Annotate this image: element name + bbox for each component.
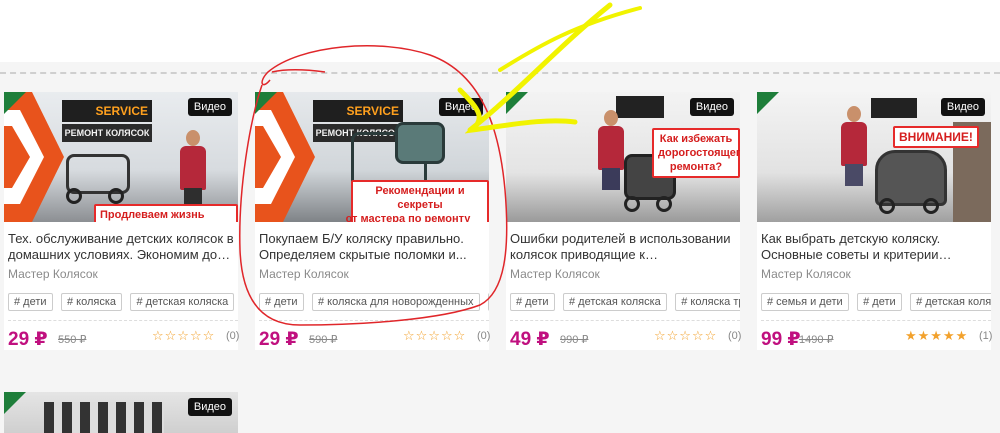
tag[interactable]: # — [487, 293, 489, 311]
tag-list: # семья и дети # дети # детская коляска — [761, 292, 991, 312]
card-author[interactable]: Мастер Колясок — [259, 267, 349, 281]
person-figure — [841, 106, 867, 186]
video-badge: Видео — [940, 98, 985, 116]
tag[interactable]: # дети — [8, 293, 53, 311]
product-card-3[interactable]: Как избежать дорогостоящего ремонта? Вид… — [506, 92, 742, 350]
tag[interactable]: # семья и дети — [761, 293, 849, 311]
video-badge: Видео — [187, 98, 232, 116]
video-badge: Видео — [689, 98, 734, 116]
repair-sign: РЕМОНТ КОЛЯСОК — [62, 124, 152, 142]
price: 49 ₽ — [510, 329, 550, 350]
tag-flag-icon — [255, 92, 277, 114]
tag[interactable]: # коляска — [60, 293, 123, 311]
card-divider — [761, 320, 991, 321]
rating-count: (0) — [226, 330, 240, 342]
video-badge: Видео — [187, 398, 232, 416]
video-thumbnail[interactable]: ВНИМАНИЕ! Видео — [757, 92, 991, 222]
tag[interactable]: # детская коляска — [910, 293, 991, 311]
tag[interactable]: # коляска трость — [675, 293, 740, 311]
card-divider — [8, 320, 238, 321]
tag-flag-icon — [506, 92, 528, 114]
card-author[interactable]: Мастер Колясок — [510, 267, 600, 281]
tag-list: # дети # коляска # детская коляска # — [8, 292, 238, 312]
section-divider — [0, 72, 1000, 74]
tag[interactable]: # детская коляска — [562, 293, 667, 311]
video-badge: Видео — [438, 98, 483, 116]
tag[interactable]: # дети — [510, 293, 555, 311]
card-title[interactable]: Тех. обслуживание детских колясок в дома… — [8, 231, 236, 263]
rating-count: (0) — [728, 330, 742, 342]
tv-screen — [871, 98, 917, 118]
top-blank-area — [0, 0, 1000, 62]
card-author[interactable]: Мастер Колясок — [8, 267, 98, 281]
card-title[interactable]: Покупаем Б/У коляску правильно. Определя… — [259, 231, 487, 263]
star-rating-icon: ☆☆☆☆☆ — [152, 328, 216, 343]
rating-count: (1) — [979, 330, 993, 342]
price: 99 ₽ — [761, 329, 801, 350]
tag[interactable]: # дети — [259, 293, 304, 311]
thumbnail-caption: Продлеваем жизнь коляски — [94, 204, 238, 222]
service-sign: SERVICE — [313, 100, 403, 122]
thumbnail-caption: Как избежать дорогостоящего ремонта? — [652, 128, 740, 178]
old-price: 990 ₽ — [560, 334, 589, 346]
card-title[interactable]: Ошибки родителей в использовании колясок… — [510, 231, 738, 263]
caption-line: от мастера по ремонту колясок — [345, 213, 471, 222]
thumbnail-caption: ВНИМАНИЕ! — [893, 126, 979, 148]
card-divider — [510, 320, 740, 321]
price: 29 ₽ — [259, 329, 299, 350]
card-divider — [259, 320, 489, 321]
wheel — [879, 198, 895, 214]
rating-count: (0) — [477, 330, 491, 342]
old-price: 590 ₽ — [309, 334, 338, 346]
wheel — [656, 196, 672, 212]
product-card-1[interactable]: SERVICE РЕМОНТ КОЛЯСОК Продлеваем жизнь … — [4, 92, 240, 350]
price: 29 ₽ — [8, 329, 48, 350]
star-rating-icon: ☆☆☆☆☆ — [403, 328, 467, 343]
person-figure — [180, 130, 206, 210]
star-rating-icon: ☆☆☆☆☆ — [654, 328, 718, 343]
wheel — [923, 198, 939, 214]
caption-line: Рекомендации и секреты — [375, 185, 465, 211]
wheel — [624, 196, 640, 212]
person-figure — [598, 110, 624, 190]
tag-flag-icon — [4, 392, 26, 414]
tag[interactable]: # коляска для новорожденных — [311, 293, 480, 311]
card-author[interactable]: Мастер Колясок — [761, 267, 851, 281]
video-thumbnail[interactable]: SERVICE РЕМОНТ КОЛЯСОК Продлеваем жизнь … — [4, 92, 238, 222]
old-price: 1490 ₽ — [799, 334, 834, 346]
tag[interactable]: # дети — [857, 293, 902, 311]
stroller-seat — [395, 122, 445, 164]
product-card-4[interactable]: ВНИМАНИЕ! Видео Как выбрать детскую коля… — [757, 92, 993, 350]
tag-list: # дети # детская коляска # коляска трост… — [510, 292, 740, 312]
wheel-rack — [44, 402, 164, 433]
tag-flag-icon — [4, 92, 26, 114]
wheel — [66, 188, 82, 204]
product-card-2[interactable]: SERVICE РЕМОНТ КОЛЯСОК Рекомендации и се… — [255, 92, 491, 350]
tag[interactable]: # детская коляска — [130, 293, 235, 311]
video-thumbnail[interactable]: SERVICE РЕМОНТ КОЛЯСОК Рекомендации и се… — [255, 92, 489, 222]
video-thumbnail[interactable]: Как избежать дорогостоящего ремонта? Вид… — [506, 92, 740, 222]
star-rating-icon: ★★★★★ — [905, 328, 969, 343]
card-title[interactable]: Как выбрать детскую коляску. Основные со… — [761, 231, 989, 263]
wheel — [108, 188, 124, 204]
product-card-5[interactable]: Видео — [4, 392, 238, 433]
tag-list: # дети # коляска для новорожденных # — [259, 292, 489, 312]
old-price: 550 ₽ — [58, 334, 87, 346]
thumbnail-caption: Рекомендации и секреты от мастера по рем… — [346, 180, 489, 222]
service-sign: SERVICE — [62, 100, 152, 122]
tag-flag-icon — [757, 92, 779, 114]
